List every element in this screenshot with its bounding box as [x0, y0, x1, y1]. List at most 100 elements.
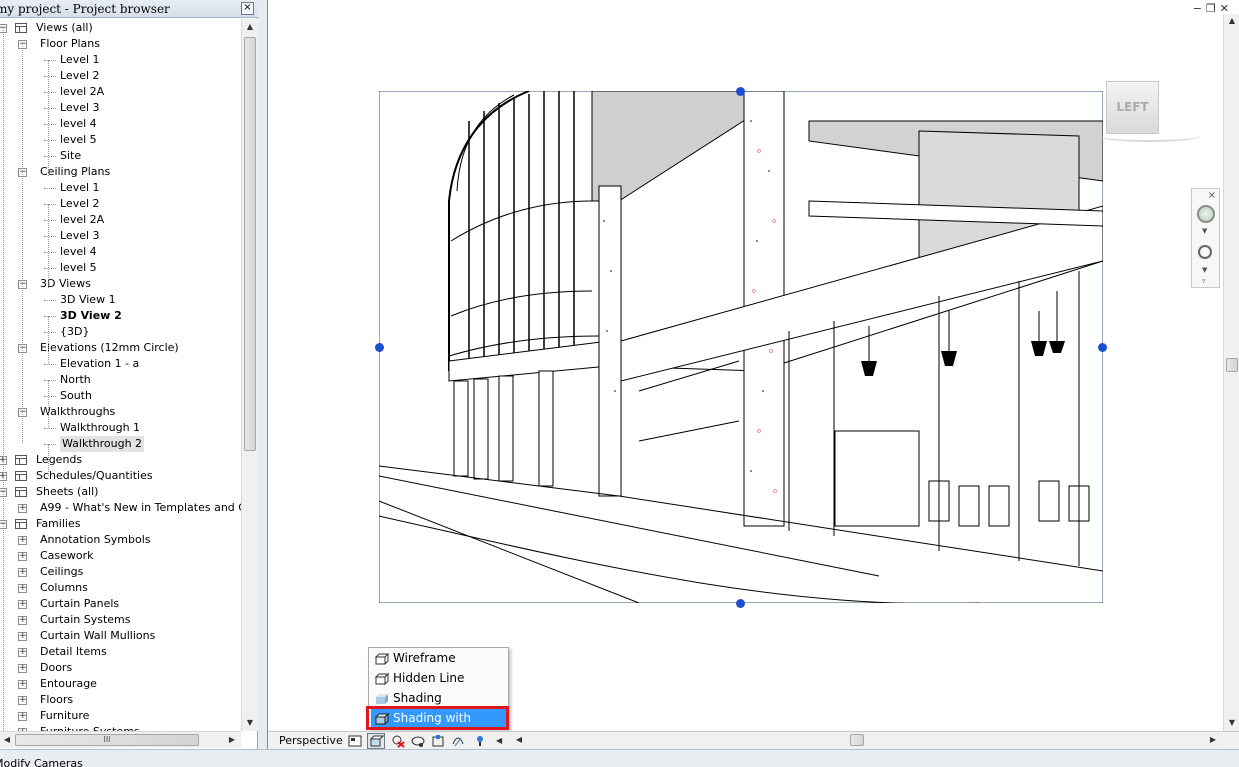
zoom-icon[interactable] [1198, 245, 1212, 259]
tree-group-item[interactable]: + Columns [0, 580, 241, 596]
tree-group-item[interactable]: + Curtain Systems [0, 612, 241, 628]
shadows-icon[interactable] [411, 734, 425, 748]
perspective-render[interactable] [379, 91, 1103, 603]
tree-horizontal-scrollbar[interactable]: ◀ III ▶ [0, 731, 241, 748]
tree-leaf-item[interactable]: Walkthrough 2 [0, 436, 241, 452]
view-scroll-thumb[interactable] [1226, 358, 1238, 372]
view-vertical-scrollbar[interactable]: ▲ ▼ [1223, 14, 1239, 731]
crop-grip-top[interactable] [736, 87, 745, 96]
tree-group-item[interactable]: + Schedules/Quantities [0, 468, 241, 484]
tree-group-item[interactable]: + Curtain Wall Mullions [0, 628, 241, 644]
tree-group-item[interactable]: + Entourage [0, 676, 241, 692]
tree-leaf-item[interactable]: level 5 [0, 132, 241, 148]
crop-grip-left[interactable] [375, 343, 384, 352]
expand-icon[interactable]: + [18, 712, 27, 721]
tree-leaf-item[interactable]: level 2A [0, 212, 241, 228]
tree-leaf-item[interactable]: Level 3 [0, 228, 241, 244]
close-icon[interactable]: × [1208, 190, 1216, 201]
steering-wheel-icon[interactable] [1197, 205, 1215, 223]
sun-path-off-icon[interactable] [391, 734, 405, 748]
scroll-up-icon[interactable]: ▲ [243, 20, 257, 34]
tree-group-item[interactable]: + Legends [0, 452, 241, 468]
tree-group-item[interactable]: − Sheets (all) [0, 484, 241, 500]
scroll-down-icon[interactable]: ▼ [243, 716, 257, 730]
expand-icon[interactable]: + [18, 696, 27, 705]
tree-group-item[interactable]: − Views (all) [0, 20, 241, 36]
menu-item-hidden-line[interactable]: Hidden Line [371, 669, 506, 688]
scroll-down-icon[interactable]: ▼ [1225, 716, 1239, 730]
tree-group-item[interactable]: + Casework [0, 548, 241, 564]
view-horizontal-scrollbar[interactable]: ◀ ▶ [512, 732, 1222, 749]
expand-icon[interactable]: + [18, 680, 27, 689]
tree-leaf-item[interactable]: Level 2 [0, 68, 241, 84]
scroll-thumb[interactable] [244, 37, 256, 451]
tree-leaf-item[interactable]: Elevation 1 - a [0, 356, 241, 372]
visual-style-icon[interactable] [367, 733, 385, 749]
tree-leaf-item[interactable]: Level 1 [0, 52, 241, 68]
tree-group-item[interactable]: −3D Views [0, 276, 241, 292]
tree-group-item[interactable]: + Annotation Symbols [0, 532, 241, 548]
tree-group-item[interactable]: − Walkthroughs [0, 404, 241, 420]
tree-group-item[interactable]: + Detail Items [0, 644, 241, 660]
scroll-thumb-horizontal[interactable]: III [15, 734, 199, 746]
tree-group-item[interactable]: +Furniture Systems [0, 724, 241, 731]
tree-group-item[interactable]: + Ceilings [0, 564, 241, 580]
tree-leaf-item[interactable]: level 2A [0, 84, 241, 100]
panel-splitter[interactable] [258, 0, 267, 749]
close-icon[interactable]: × [241, 2, 254, 15]
restore-icon[interactable]: ❐ [1206, 2, 1220, 15]
expand-icon[interactable]: + [18, 584, 27, 593]
options-icon[interactable]: ▿ [1202, 277, 1206, 285]
tree-group-item[interactable]: + Furniture [0, 708, 241, 724]
rendering-icon[interactable] [431, 734, 445, 748]
show-crop-region-icon[interactable] [473, 734, 487, 748]
tree-leaf-item[interactable]: Walkthrough 1 [0, 420, 241, 436]
expand-icon[interactable]: + [18, 616, 27, 625]
tree-leaf-item[interactable]: {3D} [0, 324, 241, 340]
expand-icon[interactable]: + [18, 536, 27, 545]
expand-icon[interactable]: + [18, 632, 27, 641]
tree-leaf-item[interactable]: Level 2 [0, 196, 241, 212]
menu-item-wireframe[interactable]: Wireframe [371, 649, 506, 668]
chevron-left-icon[interactable]: ◀ [496, 734, 510, 748]
tree-leaf-item[interactable]: Site [0, 148, 241, 164]
tree-group-item[interactable]: − Floor Plans [0, 36, 241, 52]
tree-leaf-item[interactable]: 3D View 2 [0, 308, 241, 324]
viewcube[interactable]: LEFT [1106, 81, 1159, 134]
expand-icon[interactable]: + [18, 648, 27, 657]
tree-leaf-item[interactable]: Level 1 [0, 180, 241, 196]
tree-leaf-item[interactable]: level 4 [0, 116, 241, 132]
tree-group-item[interactable]: − Elevations (12mm Circle) [0, 340, 241, 356]
expand-icon[interactable]: + [18, 552, 27, 561]
view-hscroll-thumb[interactable] [850, 734, 864, 746]
tree-leaf-item[interactable]: 3D View 1 [0, 292, 241, 308]
expand-icon[interactable]: + [18, 504, 27, 513]
minimize-icon[interactable]: − [1193, 2, 1206, 15]
tree-leaf-item[interactable]: level 5 [0, 260, 241, 276]
scroll-left-icon[interactable]: ◀ [0, 733, 14, 747]
viewcube-compass-ring[interactable] [1100, 130, 1200, 142]
tree-leaf-item[interactable]: level 4 [0, 244, 241, 260]
tree-leaf-item[interactable]: Level 3 [0, 100, 241, 116]
tree-group-item[interactable]: − Families [0, 516, 241, 532]
expand-icon[interactable]: + [18, 568, 27, 577]
expand-icon[interactable]: + [18, 664, 27, 673]
scroll-right-icon[interactable]: ▶ [1206, 733, 1220, 747]
detail-level-icon[interactable] [348, 734, 362, 748]
tree-group-item[interactable]: − Ceiling Plans [0, 164, 241, 180]
tree-group-item[interactable]: + Floors [0, 692, 241, 708]
tree-leaf-item[interactable]: South [0, 388, 241, 404]
scroll-left-icon[interactable]: ◀ [512, 733, 526, 747]
expand-icon[interactable]: + [18, 600, 27, 609]
tree-leaf-item[interactable]: North [0, 372, 241, 388]
tree-group-item[interactable]: + Doors [0, 660, 241, 676]
chevron-down-icon[interactable]: ▼ [1202, 227, 1207, 235]
crop-grip-bottom[interactable] [736, 599, 745, 608]
tree-group-item[interactable]: + Curtain Panels [0, 596, 241, 612]
chevron-down-icon[interactable]: ▼ [1202, 266, 1207, 274]
scroll-up-icon[interactable]: ▲ [1225, 14, 1239, 28]
scroll-right-icon[interactable]: ▶ [225, 733, 239, 747]
tree-vertical-scrollbar[interactable]: ▲ ▼ [241, 19, 258, 731]
crop-view-icon[interactable] [451, 734, 465, 748]
tree-group-item[interactable]: + A99 - What's New in Templates and Con [0, 500, 241, 516]
